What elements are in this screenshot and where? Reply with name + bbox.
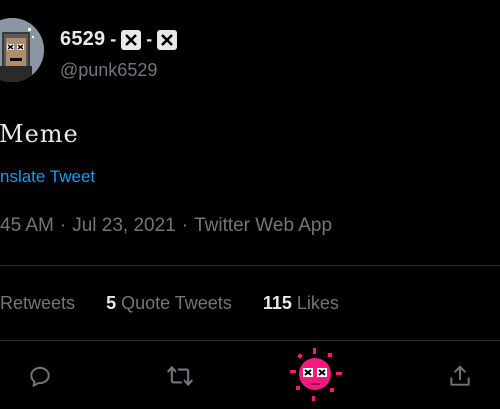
retweet-icon — [167, 366, 193, 386]
share-button[interactable] — [444, 360, 476, 392]
tweet-time[interactable]: 45 AM — [0, 215, 54, 236]
tweet-text: Meme — [0, 120, 79, 148]
likes-count: 115 — [262, 293, 292, 313]
share-icon — [450, 365, 470, 386]
author-display-name[interactable]: 6529 — [60, 28, 105, 51]
tweet-date[interactable]: Jul 23, 2021 — [72, 215, 176, 236]
name-dash: - — [110, 29, 117, 49]
like-button[interactable] — [286, 346, 346, 402]
author-name-row[interactable]: 6529 - - — [60, 28, 178, 51]
quote-tweets-stat[interactable]: 5 Quote Tweets — [106, 293, 232, 314]
tweet-stats: Retweets 5 Quote Tweets 115 Likes — [0, 293, 365, 314]
divider — [0, 340, 500, 341]
quote-tweets-count: 5 — [106, 293, 117, 313]
retweets-stat[interactable]: Retweets — [0, 293, 75, 314]
meta-separator: · — [181, 215, 189, 236]
tweet-detail-page: 6529 - - @punk6529 Meme nslate Tweet 45 … — [0, 0, 500, 409]
likes-stat[interactable]: 115 Likes — [263, 293, 339, 314]
cryptopunk-avatar-icon — [0, 18, 44, 82]
name-dash: - — [146, 29, 153, 49]
retweets-label: Retweets — [0, 293, 76, 313]
translate-tweet-link[interactable]: nslate Tweet — [0, 167, 95, 187]
punk-like-animation-icon — [290, 348, 342, 401]
likes-label: Likes — [296, 293, 339, 313]
retweet-button[interactable] — [164, 360, 196, 392]
author-handle[interactable]: @punk6529 — [60, 60, 157, 81]
reply-icon — [30, 366, 50, 387]
tweet-meta: 45 AM · Jul 23, 2021 · Twitter Web App — [0, 215, 332, 237]
tweet-source[interactable]: Twitter Web App — [194, 215, 332, 236]
x-box-emoji-icon — [121, 29, 142, 50]
divider — [0, 265, 500, 266]
x-box-emoji-icon — [157, 29, 178, 50]
author-avatar[interactable] — [0, 18, 44, 82]
meta-separator: · — [59, 215, 67, 236]
quote-tweets-label: Quote Tweets — [121, 293, 232, 313]
reply-button[interactable] — [24, 360, 56, 392]
